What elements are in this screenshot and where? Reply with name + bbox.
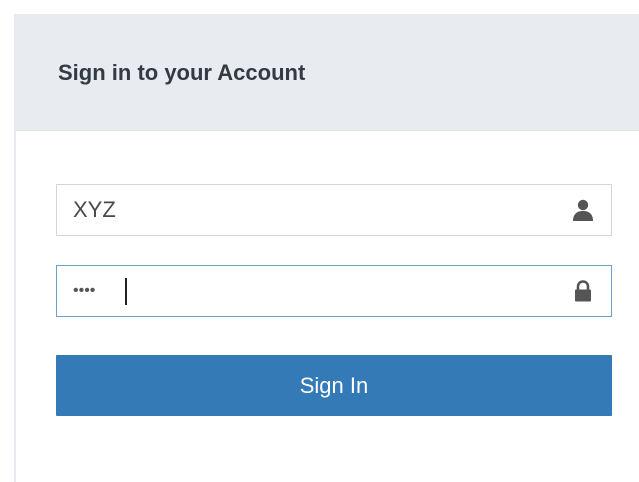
username-field[interactable] (56, 184, 612, 236)
page: Sign in to your Account •••• Sign In (0, 0, 639, 482)
card-header: Sign in to your Account (16, 14, 639, 131)
user-icon (573, 199, 593, 221)
login-card: Sign in to your Account •••• Sign In (14, 14, 639, 482)
username-input[interactable] (57, 185, 537, 235)
text-caret (125, 278, 127, 305)
page-title: Sign in to your Account (58, 60, 306, 85)
lock-icon (575, 280, 591, 302)
sign-in-button[interactable]: Sign In (56, 355, 612, 416)
password-field[interactable]: •••• (56, 265, 612, 317)
password-input[interactable]: •••• (57, 266, 537, 316)
